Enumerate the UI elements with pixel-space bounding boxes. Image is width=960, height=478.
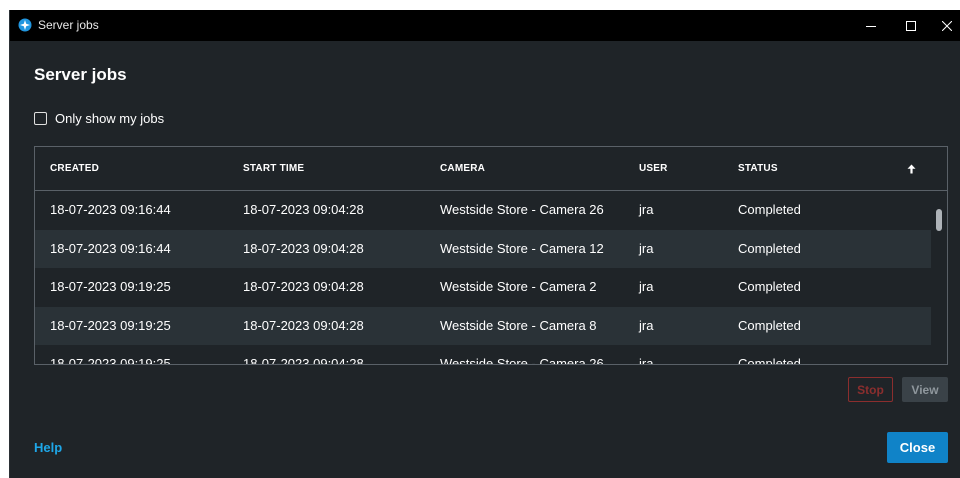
cell-created: 18-07-2023 09:16:44 [50, 202, 171, 217]
column-header-camera[interactable]: CAMERA [440, 147, 485, 191]
maximize-button[interactable] [891, 10, 931, 41]
only-my-jobs-label: Only show my jobs [55, 111, 165, 126]
column-header-created[interactable]: CREATED [50, 147, 99, 191]
view-button[interactable]: View [902, 377, 948, 402]
cell-start-time: 18-07-2023 09:04:28 [243, 240, 364, 256]
table-body[interactable]: 18-07-2023 09:16:44 18-07-2023 09:04:28 … [35, 191, 931, 365]
cell-camera: Westside Store - Camera 26 [440, 356, 604, 365]
cell-user: jra [639, 240, 654, 256]
minimize-icon [866, 25, 876, 27]
maximize-icon [906, 20, 916, 31]
only-my-jobs-filter[interactable]: Only show my jobs [34, 111, 164, 126]
cell-status: Completed [738, 356, 801, 365]
table-row[interactable]: 18-07-2023 09:19:25 18-07-2023 09:04:28 … [35, 345, 931, 365]
cell-camera: Westside Store - Camera 12 [440, 240, 604, 256]
cell-user: jra [639, 279, 654, 294]
cell-camera: Westside Store - Camera 8 [440, 317, 597, 333]
cell-created: 18-07-2023 09:19:25 [50, 317, 171, 333]
window-close-button[interactable] [927, 10, 960, 41]
arrow-up-icon [907, 164, 915, 174]
cell-status: Completed [738, 279, 801, 294]
cell-user: jra [639, 202, 654, 217]
cell-created: 18-07-2023 09:19:25 [50, 279, 171, 294]
cell-start-time: 18-07-2023 09:04:28 [243, 279, 364, 294]
minimize-button[interactable] [851, 10, 891, 41]
stop-button[interactable]: Stop [848, 377, 893, 402]
window-title: Server jobs [38, 18, 99, 32]
table-header: CREATED START TIME CAMERA USER STATUS [35, 147, 947, 191]
cell-camera: Westside Store - Camera 2 [440, 279, 597, 294]
cell-camera: Westside Store - Camera 26 [440, 202, 604, 217]
cell-status: Completed [738, 240, 801, 256]
cell-start-time: 18-07-2023 09:04:28 [243, 317, 364, 333]
cell-status: Completed [738, 317, 801, 333]
cell-created: 18-07-2023 09:19:25 [50, 356, 171, 365]
dialog-heading: Server jobs [34, 65, 127, 84]
table-scrollbar[interactable] [931, 191, 947, 364]
scrollbar-thumb[interactable] [936, 209, 942, 231]
cell-start-time: 18-07-2023 09:04:28 [243, 202, 364, 217]
table-row[interactable]: 18-07-2023 09:19:25 18-07-2023 09:04:28 … [35, 306, 931, 345]
help-link[interactable]: Help [34, 440, 62, 455]
app-logo-icon [18, 18, 32, 32]
column-header-user[interactable]: USER [639, 147, 668, 191]
close-icon [942, 20, 952, 31]
jobs-table: CREATED START TIME CAMERA USER STATUS 18… [34, 146, 948, 365]
cell-created: 18-07-2023 09:16:44 [50, 240, 171, 256]
cell-start-time: 18-07-2023 09:04:28 [243, 356, 364, 365]
sort-button[interactable] [903, 161, 919, 177]
column-header-status[interactable]: STATUS [738, 147, 778, 191]
title-bar[interactable]: Server jobs [10, 10, 960, 41]
only-my-jobs-checkbox[interactable] [34, 112, 47, 125]
close-button[interactable]: Close [887, 432, 948, 463]
server-jobs-window: Server jobs Server jobs Only show my job… [9, 10, 960, 478]
table-row[interactable]: 18-07-2023 09:16:44 18-07-2023 09:04:28 … [35, 191, 931, 230]
cell-status: Completed [738, 202, 801, 217]
table-row[interactable]: 18-07-2023 09:16:44 18-07-2023 09:04:28 … [35, 229, 931, 268]
column-header-start-time[interactable]: START TIME [243, 147, 304, 191]
table-row[interactable]: 18-07-2023 09:19:25 18-07-2023 09:04:28 … [35, 268, 931, 307]
cell-user: jra [639, 356, 654, 365]
cell-user: jra [639, 317, 654, 333]
